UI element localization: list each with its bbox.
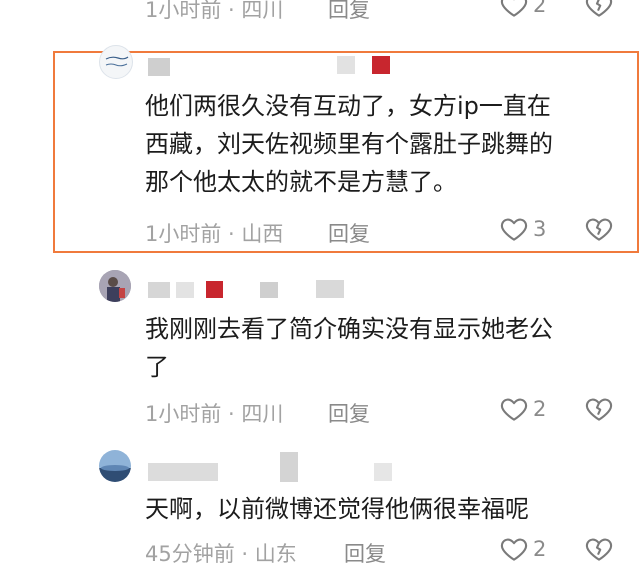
comment-2-like-count: 2 xyxy=(533,397,547,421)
broken-heart-icon xyxy=(585,0,613,17)
comment-2-username-redacted xyxy=(316,280,344,298)
comment-2-text: 我刚刚去看了简介确实没有显示她老公 了 xyxy=(145,315,553,381)
comment-2-dislike-button[interactable] xyxy=(584,394,614,428)
comment-2-username-redacted xyxy=(148,282,170,298)
comment-1-dislike-button[interactable] xyxy=(584,214,614,248)
comment-0-dislike-button[interactable] xyxy=(584,0,614,24)
comment-3-meta: 45分钟前 · 山东 xyxy=(145,542,297,566)
comment-3-like-button[interactable]: 2 xyxy=(499,534,546,564)
comment-2-like-button[interactable]: 2 xyxy=(499,394,546,424)
comment-2-badge-redacted xyxy=(206,281,223,298)
comment-0-meta: 1小时前 · 四川 xyxy=(145,0,284,22)
comment-1-username-redacted xyxy=(148,58,170,76)
heart-icon xyxy=(500,538,528,561)
comment-1-reply-button[interactable]: 回复 xyxy=(328,218,370,248)
comment-3-dislike-button[interactable] xyxy=(584,534,614,568)
comment-2-reply-button[interactable]: 回复 xyxy=(328,398,370,428)
comment-3-username-redacted xyxy=(374,463,392,481)
heart-icon xyxy=(500,0,528,17)
comment-1-meta: 1小时前 · 山西 xyxy=(145,222,284,246)
comment-1-username-redacted xyxy=(337,56,355,74)
comment-2-username-redacted xyxy=(176,282,194,298)
comment-2-username-redacted xyxy=(260,282,278,298)
comment-3-reply-button[interactable]: 回复 xyxy=(344,538,386,568)
comment-3-username-redacted xyxy=(148,463,218,481)
comment-3-like-count: 2 xyxy=(533,537,547,561)
comment-1-badge-redacted xyxy=(372,56,390,74)
comment-2-avatar[interactable] xyxy=(99,270,131,302)
comment-2-meta: 1小时前 · 四川 xyxy=(145,402,284,426)
broken-heart-icon xyxy=(585,398,613,421)
comment-3-username-redacted xyxy=(280,452,298,482)
heart-icon xyxy=(500,398,528,421)
comment-1-avatar[interactable] xyxy=(99,45,133,79)
comment-1-text: 他们两很久没有互动了，女方ip一直在 西藏，刘天佐视频里有个露肚子跳舞的 那个他… xyxy=(145,92,553,196)
comment-0-reply-button[interactable]: 回复 xyxy=(328,0,370,24)
comment-1-like-button[interactable]: 3 xyxy=(499,214,546,244)
comment-0-like-button[interactable]: 2 xyxy=(499,0,546,20)
broken-heart-icon xyxy=(585,538,613,561)
comment-3-avatar[interactable] xyxy=(99,450,131,482)
comment-1-like-count: 3 xyxy=(533,217,547,241)
comment-0-like-count: 2 xyxy=(533,0,547,17)
broken-heart-icon xyxy=(585,218,613,241)
heart-icon xyxy=(500,218,528,241)
comment-3-text: 天啊，以前微博还觉得他俩很幸福呢 xyxy=(145,495,529,523)
